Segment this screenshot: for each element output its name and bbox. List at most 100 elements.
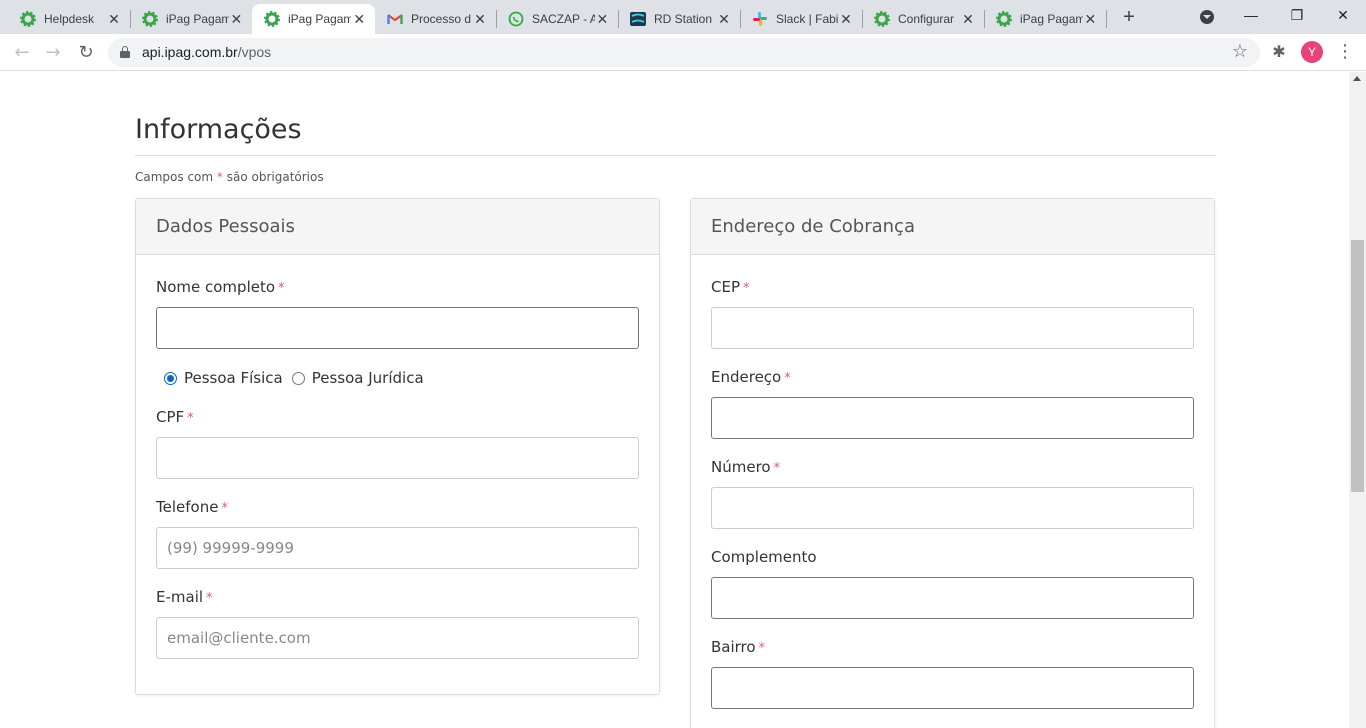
close-tab-icon[interactable]: ✕ — [472, 11, 488, 28]
browser-tab[interactable]: Configurar ✕ — [862, 4, 984, 34]
browser-menu-icon[interactable]: ⋮ — [1336, 41, 1354, 63]
tab-separator — [1106, 10, 1107, 28]
cpf-label: CPF * — [156, 408, 194, 426]
browser-tab[interactable]: Slack | Fabi ✕ — [740, 4, 862, 34]
card-title: Endereço de Cobrança — [711, 216, 915, 237]
number-label: Número * — [711, 458, 780, 476]
pessoa-juridica-radio[interactable] — [291, 371, 305, 385]
address-input[interactable] — [711, 397, 1194, 439]
complement-input[interactable] — [711, 577, 1194, 619]
address-bar[interactable]: api.ipag.com.br/vpos ☆ — [108, 38, 1260, 67]
url-path: /vpos — [237, 44, 272, 60]
browser-tab[interactable]: RD Station ✕ — [618, 4, 740, 34]
ipag-gear-icon — [264, 11, 280, 27]
whatsapp-icon — [508, 11, 524, 27]
tab-title: RD Station — [654, 12, 713, 26]
extensions-puzzle-icon[interactable]: ✱ — [1270, 42, 1288, 61]
scroll-up-arrow-icon[interactable] — [1353, 76, 1361, 81]
required-asterisk: * — [758, 641, 766, 656]
full-name-label: Nome completo * — [156, 278, 285, 296]
person-type-radio-group: Pessoa Física Pessoa Jurídica — [164, 369, 433, 387]
pessoa-fisica-label[interactable]: Pessoa Física — [184, 369, 283, 387]
tab-title: Slack | Fabi — [776, 12, 839, 26]
required-note-prefix: Campos com — [135, 170, 214, 184]
complement-label: Complemento — [711, 548, 817, 566]
required-asterisk: * — [216, 170, 223, 184]
url-text[interactable]: api.ipag.com.br/vpos — [142, 44, 271, 60]
email-input[interactable] — [156, 617, 639, 659]
browser-tab[interactable]: SACZAP - A ✕ — [496, 4, 618, 34]
browser-tab[interactable]: Processo d ✕ — [375, 4, 496, 34]
label-text: Nome completo — [156, 278, 276, 296]
close-tab-icon[interactable]: ✕ — [106, 11, 122, 28]
required-fields-note: Campos com * são obrigatórios — [135, 170, 324, 184]
page-title: Informações — [135, 114, 302, 145]
forward-icon[interactable]: → — [41, 41, 65, 65]
required-asterisk: * — [784, 371, 791, 386]
vertical-scrollbar[interactable] — [1349, 72, 1366, 728]
required-asterisk: * — [278, 281, 285, 296]
browser-tab-active[interactable]: iPag Pagam ✕ — [252, 4, 375, 34]
ipag-gear-icon — [874, 11, 890, 27]
browser-tab[interactable]: iPag Pagam ✕ — [984, 4, 1106, 34]
close-tab-icon[interactable]: ✕ — [838, 11, 854, 28]
label-text: E-mail — [156, 588, 204, 606]
pessoa-fisica-radio[interactable] — [164, 371, 177, 385]
address-label: Endereço * — [711, 368, 791, 386]
ipag-gear-icon — [20, 11, 36, 27]
label-text: Telefone — [156, 498, 219, 516]
tab-title: iPag Pagam — [288, 12, 352, 26]
close-tab-icon[interactable]: ✕ — [1083, 11, 1098, 28]
label-text: Bairro — [711, 638, 756, 656]
tab-title: iPag Pagam — [166, 12, 229, 26]
phone-label: Telefone * — [156, 498, 228, 516]
label-text: CEP — [711, 278, 740, 296]
card-header: Endereço de Cobrança — [691, 199, 1214, 255]
gmail-icon — [387, 11, 403, 27]
url-host: api.ipag.com.br — [142, 44, 238, 60]
pessoa-juridica-label[interactable]: Pessoa Jurídica — [312, 369, 424, 387]
tab-title: iPag Pagam — [1020, 12, 1083, 26]
district-label: Bairro * — [711, 638, 765, 656]
personal-data-card: Dados Pessoais Nome completo * Pessoa Fís… — [135, 198, 660, 695]
label-text: Complemento — [711, 548, 817, 566]
lock-icon[interactable] — [120, 46, 130, 58]
required-asterisk: * — [221, 501, 228, 516]
card-header: Dados Pessoais — [136, 199, 659, 255]
required-asterisk: * — [773, 461, 781, 476]
scrollbar-thumb[interactable] — [1351, 240, 1364, 492]
cep-input[interactable] — [711, 307, 1194, 349]
number-input[interactable] — [711, 487, 1194, 529]
phone-input[interactable] — [156, 527, 639, 569]
label-text: CPF — [156, 408, 185, 426]
close-tab-icon[interactable]: ✕ — [351, 11, 367, 28]
browser-tab-strip: Helpdesk ✕ iPag Pagam ✕ iPag Pagam ✕ Pro… — [0, 0, 1366, 34]
district-input[interactable] — [711, 667, 1194, 709]
required-asterisk: * — [187, 411, 194, 426]
close-tab-icon[interactable]: ✕ — [229, 11, 244, 28]
close-window-icon[interactable]: ✕ — [1320, 0, 1366, 30]
required-asterisk: * — [206, 591, 213, 606]
bookmark-star-icon[interactable]: ☆ — [1232, 41, 1248, 62]
tab-search-icon[interactable] — [1200, 10, 1214, 24]
close-tab-icon[interactable]: ✕ — [716, 11, 732, 28]
profile-avatar[interactable]: Y — [1301, 41, 1323, 63]
browser-tab[interactable]: iPag Pagam ✕ — [130, 4, 252, 34]
browser-toolbar: ← → ↻ api.ipag.com.br/vpos ☆ — [0, 34, 1366, 71]
restore-icon[interactable]: ❐ — [1274, 0, 1320, 30]
new-tab-button[interactable]: + — [1118, 6, 1140, 28]
full-name-input[interactable] — [156, 307, 639, 349]
label-text: Endereço — [711, 368, 782, 386]
ipag-gear-icon — [996, 11, 1012, 27]
tab-title: Processo d — [411, 12, 472, 26]
tab-title: SACZAP - A — [532, 12, 595, 26]
reload-icon[interactable]: ↻ — [74, 41, 98, 65]
required-asterisk: * — [743, 281, 750, 296]
minimize-icon[interactable]: — — [1228, 0, 1274, 30]
tab-title: Configurar — [898, 12, 955, 26]
close-tab-icon[interactable]: ✕ — [960, 11, 976, 28]
back-icon[interactable]: ← — [10, 41, 34, 65]
close-tab-icon[interactable]: ✕ — [595, 11, 610, 28]
browser-tab[interactable]: Helpdesk ✕ — [8, 4, 130, 34]
cpf-input[interactable] — [156, 437, 639, 479]
